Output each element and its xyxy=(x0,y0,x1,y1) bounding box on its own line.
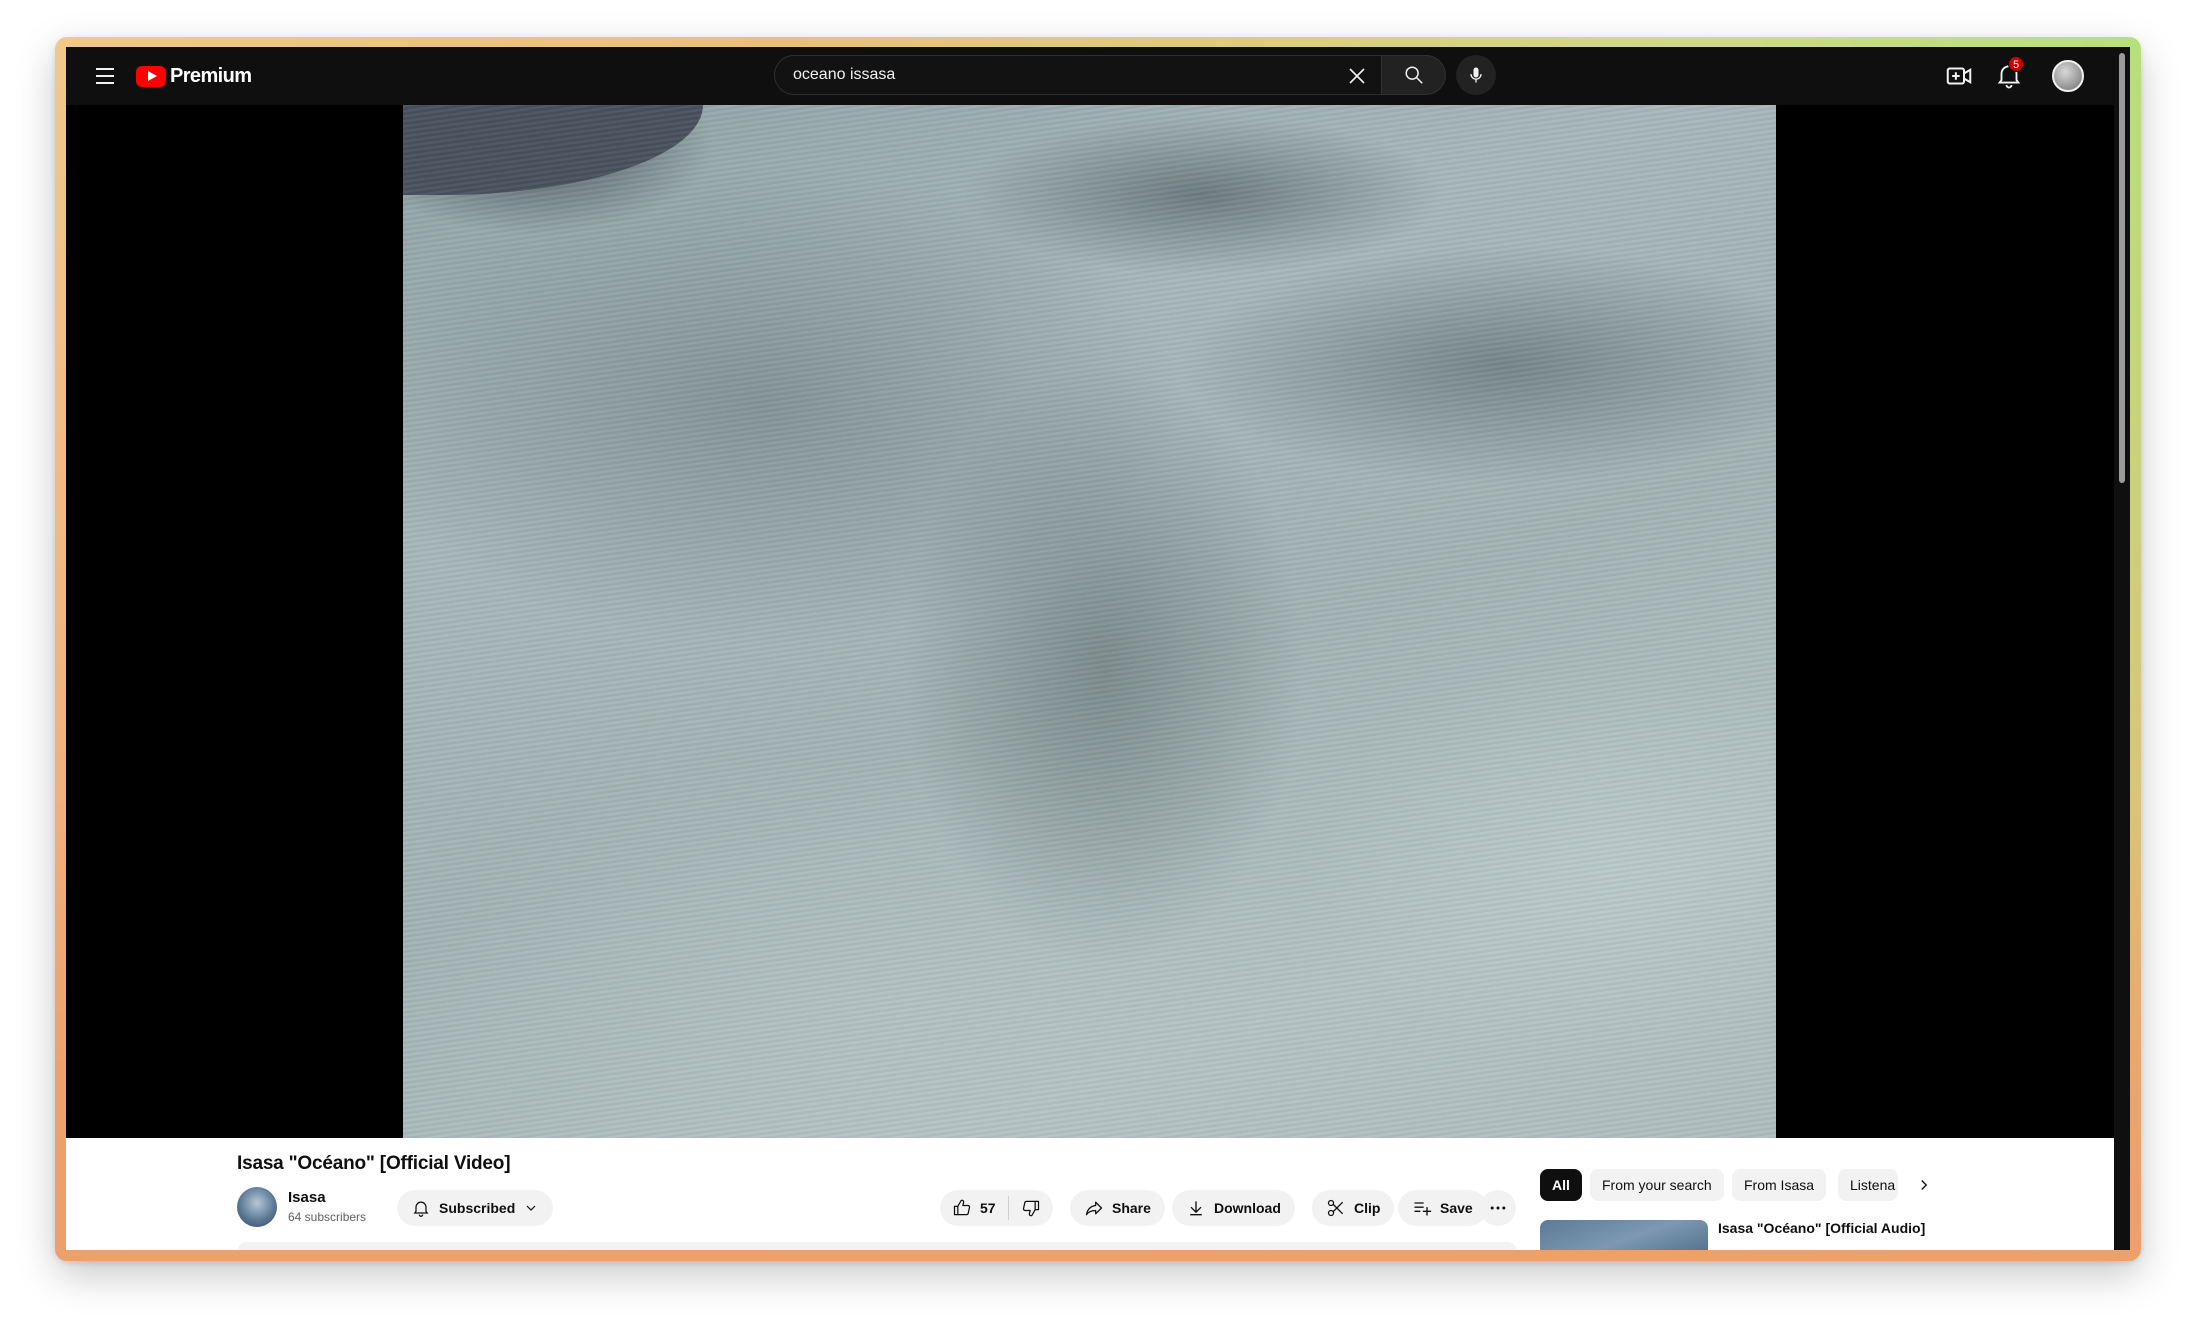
masthead: Premium oceano issasa 5 xyxy=(66,47,2114,105)
like-count: 57 xyxy=(980,1200,996,1216)
like-dislike-group: 57 xyxy=(940,1190,1053,1226)
save-label: Save xyxy=(1440,1200,1473,1216)
recommendation-thumbnail[interactable] xyxy=(1540,1220,1708,1250)
channel-avatar[interactable] xyxy=(237,1187,277,1227)
description-box[interactable] xyxy=(237,1242,1517,1250)
video-title: Isasa "Océano" [Official Video] xyxy=(237,1153,511,1174)
chip-from-isasa[interactable]: From Isasa xyxy=(1732,1169,1827,1201)
clip-label: Clip xyxy=(1354,1200,1381,1216)
search-button[interactable] xyxy=(1382,55,1446,95)
youtube-premium-logo[interactable]: Premium xyxy=(136,63,252,89)
youtube-play-icon xyxy=(136,65,166,87)
subscriber-count: 64 subscribers xyxy=(288,1210,367,1224)
clip-button[interactable]: Clip xyxy=(1312,1190,1395,1226)
video-player[interactable] xyxy=(66,105,2114,1138)
share-label: Share xyxy=(1112,1200,1151,1216)
thumbs-down-icon xyxy=(1022,1200,1039,1217)
brand-label: Premium xyxy=(170,64,252,87)
search-icon xyxy=(1404,66,1423,84)
microphone-icon xyxy=(1470,67,1482,83)
search-box xyxy=(774,55,1382,95)
clear-search-icon[interactable] xyxy=(1345,64,1369,88)
page-scrollbar[interactable] xyxy=(2114,47,2130,1250)
chevron-right-icon xyxy=(1921,1180,1928,1190)
chip-all[interactable]: All xyxy=(1540,1169,1582,1201)
share-button[interactable]: Share xyxy=(1070,1190,1165,1226)
video-frame[interactable] xyxy=(403,105,1776,1138)
subscribed-button[interactable]: Subscribed xyxy=(397,1190,554,1226)
dislike-button[interactable] xyxy=(1009,1190,1053,1226)
browser-window: Premium oceano issasa 5 Isasa "Océano" [… xyxy=(66,47,2130,1250)
thumbs-up-icon xyxy=(953,1199,971,1216)
voice-search-button[interactable] xyxy=(1456,55,1496,95)
recommendation-title[interactable]: Isasa "Océano" [Official Audio] xyxy=(1718,1220,1925,1236)
scissors-icon xyxy=(1327,1199,1344,1217)
search-input[interactable] xyxy=(775,66,1275,84)
notification-badge: 5 xyxy=(2008,56,2024,72)
chip-from-your-search[interactable]: From your search xyxy=(1590,1169,1724,1201)
download-button[interactable]: Download xyxy=(1172,1190,1295,1226)
create-video-icon[interactable] xyxy=(1944,61,1974,91)
notifications-button[interactable]: 5 xyxy=(1994,56,2024,90)
share-icon xyxy=(1085,1201,1103,1216)
chips-next-button[interactable] xyxy=(1908,1169,1940,1201)
save-playlist-icon xyxy=(1414,1202,1432,1216)
menu-icon[interactable] xyxy=(88,59,122,93)
account-avatar[interactable] xyxy=(2052,60,2084,92)
chip-listened[interactable]: Listena xyxy=(1838,1169,1898,1201)
more-actions-button[interactable] xyxy=(1480,1190,1516,1226)
scrollbar-thumb[interactable] xyxy=(2119,53,2125,483)
watch-metadata: Isasa "Océano" [Official Video] Isasa 64… xyxy=(66,1138,2114,1250)
chevron-down-icon xyxy=(526,1205,536,1211)
bell-icon xyxy=(413,1201,429,1217)
like-button[interactable]: 57 xyxy=(940,1190,1008,1226)
save-button[interactable]: Save xyxy=(1398,1190,1487,1226)
download-label: Download xyxy=(1214,1200,1281,1216)
subscribed-label: Subscribed xyxy=(439,1200,516,1216)
channel-name[interactable]: Isasa xyxy=(288,1189,326,1206)
download-icon xyxy=(1190,1201,1202,1216)
more-horizontal-icon xyxy=(1490,1206,1506,1210)
